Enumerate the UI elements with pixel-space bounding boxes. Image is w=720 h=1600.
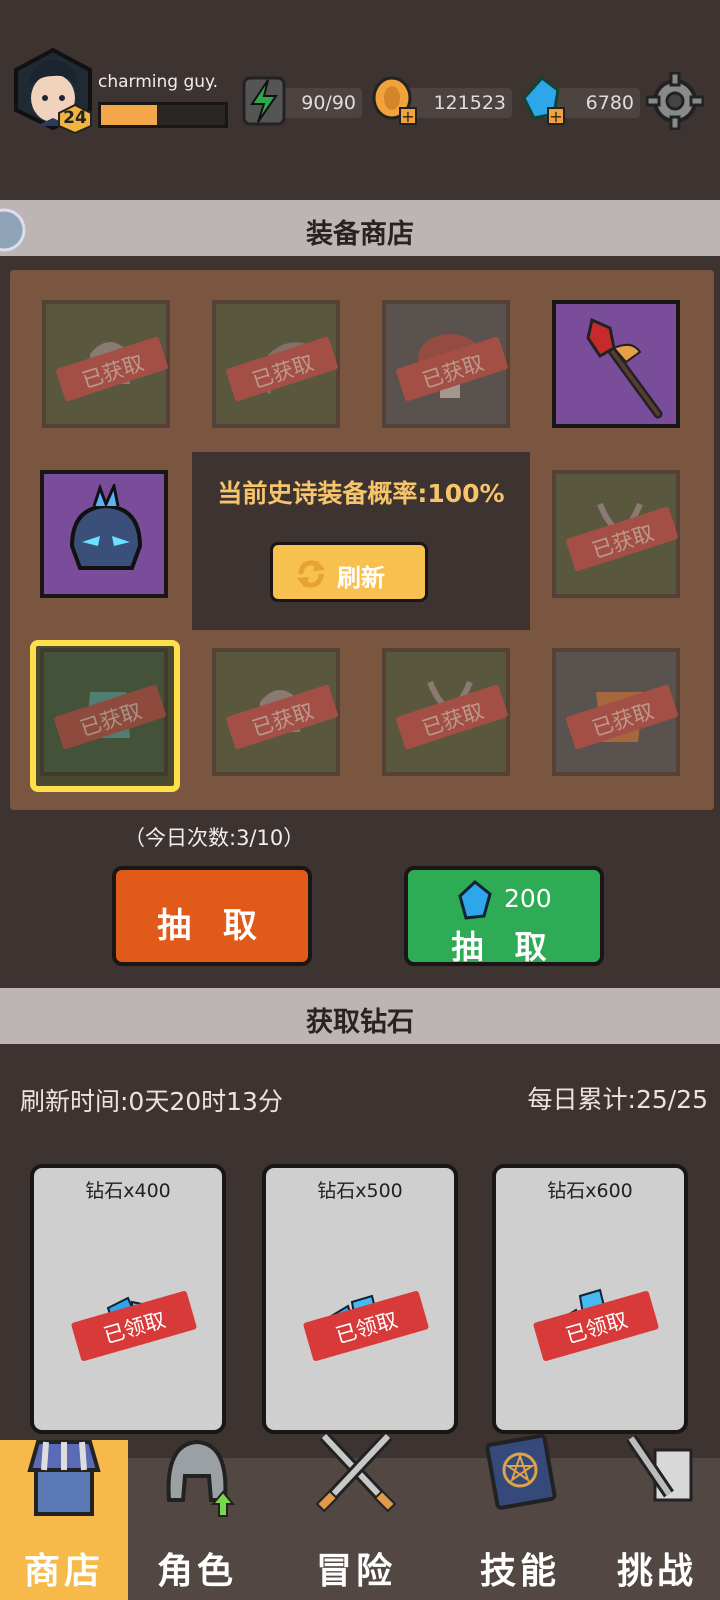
svg-text:+: +	[401, 107, 414, 126]
gem-refresh-time: 刷新时间:0天20时13分	[20, 1087, 283, 1116]
nav-character[interactable]: 角色	[132, 1439, 262, 1600]
level-badge: 24	[58, 103, 92, 135]
equipment-slot-10[interactable]: 已获取	[552, 648, 680, 776]
gem-shop-banner: 获取钻石	[0, 988, 720, 1044]
refresh-icon	[297, 560, 325, 588]
gem-draw-button[interactable]: 200 抽 取	[404, 866, 604, 966]
energy-icon	[242, 76, 286, 126]
gem-daily-total: 每日累计:25/25	[527, 1085, 708, 1114]
player-name: charming guy.	[98, 72, 219, 92]
equipment-slot-2[interactable]: 已获取	[212, 300, 340, 428]
gold-coin-icon[interactable]: +	[372, 76, 420, 128]
xp-bar	[98, 102, 228, 128]
crossed-swords-icon	[315, 1431, 397, 1513]
equipment-slot-1[interactable]: 已获取	[42, 300, 170, 428]
spellbook-icon	[485, 1433, 557, 1510]
svg-text:+: +	[549, 107, 562, 126]
settings-gear-icon[interactable]	[646, 72, 704, 130]
sword-scroll-icon	[626, 1434, 693, 1502]
staff-icon	[586, 317, 663, 419]
nav-skills[interactable]: 技能	[450, 1433, 590, 1600]
gem-card-600[interactable]: 钻石x600 已领取	[492, 1164, 688, 1434]
equipment-slot-4-staff[interactable]	[552, 300, 680, 428]
shop-icon	[27, 1440, 101, 1516]
gem-icon	[458, 880, 492, 920]
nav-adventure[interactable]: 冒险	[266, 1431, 446, 1600]
refresh-button[interactable]: 刷新	[270, 542, 428, 602]
refresh-info-box: 当前史诗装备概率:100% 刷新	[192, 452, 530, 630]
equipment-slot-3[interactable]: 已获取	[382, 300, 510, 428]
equipment-slot-6[interactable]: 已获取	[552, 470, 680, 598]
equipment-slot-7[interactable]: 已获取	[40, 648, 168, 776]
gem-shop-title: 获取钻石	[306, 1007, 414, 1038]
epic-rate-text: 当前史诗装备概率:100%	[217, 479, 505, 508]
draw-button[interactable]: 抽 取	[112, 866, 312, 966]
side-tab-icon[interactable]	[0, 208, 26, 252]
gem-card-400[interactable]: 钻石x400 已领取	[30, 1164, 226, 1434]
equipment-slot-9[interactable]: 已获取	[382, 648, 510, 776]
helmet-icon	[166, 1439, 236, 1517]
equipment-shop-banner: 装备商店	[0, 200, 720, 256]
gem-card-500[interactable]: 钻石x500 已领取	[262, 1164, 458, 1434]
nav-shop[interactable]: 商店	[0, 1440, 128, 1600]
bottom-nav: 商店 角色 冒险 技能 挑战	[0, 1431, 720, 1600]
gem-icon[interactable]: +	[520, 74, 570, 128]
daily-draw-count: （今日次数:3/10）	[124, 826, 305, 850]
equipment-slot-8[interactable]: 已获取	[212, 648, 340, 776]
helmet-icon	[69, 484, 143, 570]
equipment-slot-5-helmet[interactable]	[40, 470, 168, 598]
equipment-shop-title: 装备商店	[306, 219, 414, 250]
nav-challenge[interactable]: 挑战	[594, 1434, 720, 1600]
